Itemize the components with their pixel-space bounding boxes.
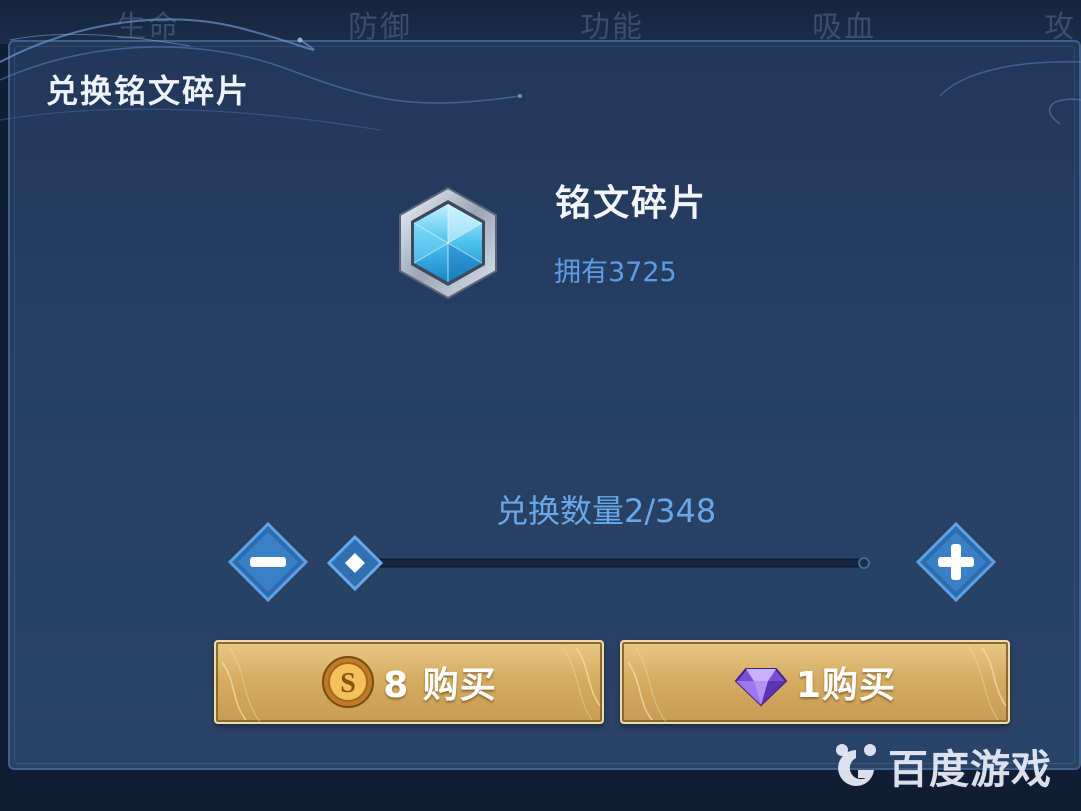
buy-gold-label: 8 购买 [383,665,497,706]
inscription-fragment-crystal-icon [399,186,497,300]
screen: 生命 防御 功能 吸血 攻 兑换铭文碎片 铭文碎片 拥有3725 兑换数量2/3… [0,0,1081,811]
minus-icon [250,557,286,567]
slider-thumb[interactable] [326,534,384,592]
baidu-games-logo [836,744,876,786]
increase-quantity-button[interactable] [914,520,998,604]
exchange-quantity-label: 兑换数量2/348 [496,492,717,530]
background-tab-bar: 生命 防御 功能 吸血 攻 [0,0,1081,45]
svg-text:S: S [340,668,356,699]
purple-diamond-icon [734,668,788,707]
baidu-games-watermark: 百度游戏 [830,736,1052,796]
item-name: 铭文碎片 [555,183,708,224]
buy-with-gold-button[interactable]: S 8 购买 [214,640,604,724]
decrease-quantity-button[interactable] [226,520,310,604]
gold-coin-icon: S [322,656,375,708]
quantity-slider[interactable] [322,533,874,593]
item-owned-count: 拥有3725 [554,257,677,288]
buy-gem-label: 1购买 [795,665,897,706]
watermark-text: 百度游戏 [888,747,1052,793]
buy-with-diamond-button[interactable]: 1购买 [620,640,1010,724]
dialog-title: 兑换铭文碎片 [46,72,251,110]
